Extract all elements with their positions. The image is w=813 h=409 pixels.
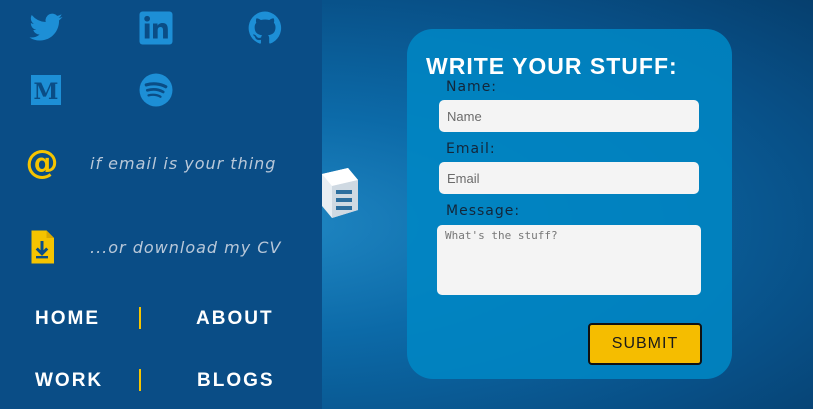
medium-icon[interactable]: M <box>28 72 64 108</box>
form-title: WRITE YOUR STUFF: <box>426 53 678 79</box>
submit-button[interactable]: SUBMIT <box>588 323 702 365</box>
svg-text:@: @ <box>26 145 59 181</box>
spotify-icon[interactable] <box>138 72 174 108</box>
nav-divider <box>139 369 141 391</box>
at-sign-icon[interactable]: @ <box>24 145 60 181</box>
nav-about[interactable]: ABOUT <box>196 308 274 330</box>
github-icon[interactable] <box>247 10 283 46</box>
cv-download[interactable]: ...or download my CV <box>24 228 280 266</box>
twitter-icon[interactable] <box>28 10 64 46</box>
keycap-decoration <box>322 168 358 218</box>
svg-text:M: M <box>34 79 59 105</box>
email-contact[interactable]: @ if email is your thing <box>24 144 276 182</box>
name-input[interactable] <box>439 100 699 132</box>
email-contact-label: if email is your thing <box>90 153 277 173</box>
message-label: Message: <box>446 203 521 219</box>
cv-download-label: ...or download my CV <box>90 237 282 257</box>
message-textarea[interactable] <box>437 225 701 295</box>
file-download-icon[interactable] <box>24 229 60 265</box>
nav-home[interactable]: HOME <box>35 308 100 330</box>
nav-divider <box>139 307 141 329</box>
email-input[interactable] <box>439 162 699 194</box>
email-label: Email: <box>446 141 496 157</box>
name-label: Name: <box>446 79 498 95</box>
sidebar: M @ if email is your thing ...or downloa… <box>0 0 322 409</box>
nav-work[interactable]: WORK <box>35 370 103 392</box>
contact-form: WRITE YOUR STUFF: Name: Email: Message: … <box>407 29 732 379</box>
linkedin-icon[interactable] <box>138 10 174 46</box>
nav-blogs[interactable]: BLOGS <box>197 370 275 392</box>
